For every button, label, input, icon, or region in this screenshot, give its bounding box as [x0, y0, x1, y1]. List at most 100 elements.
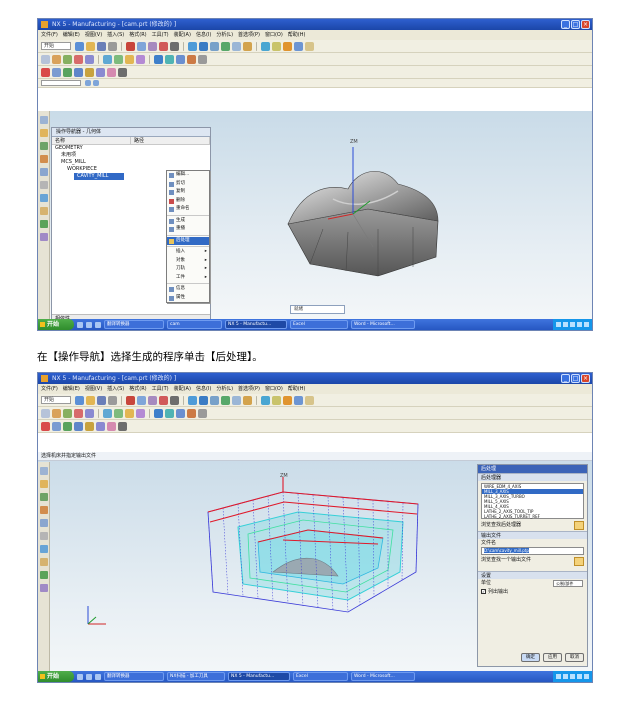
create-geometry-icon[interactable]: [63, 54, 72, 64]
cut-icon[interactable]: [126, 395, 135, 405]
process-studio-icon[interactable]: [40, 233, 48, 241]
postprocessor-option[interactable]: LATHE_2_AXIS_TURRET_REF: [482, 514, 583, 519]
tree-node-geometry[interactable]: GEOMETRY: [52, 145, 210, 152]
taskbar-item[interactable]: 翻译转换器: [104, 320, 164, 329]
tree-node-unused[interactable]: 未用项: [52, 152, 210, 159]
geometry-view-icon[interactable]: [125, 408, 134, 418]
new-icon[interactable]: [75, 395, 84, 405]
tree-node-cavity-mill[interactable]: CAVITY_MILL: [74, 173, 124, 180]
program-order-view-icon[interactable]: [103, 408, 112, 418]
maximize-button[interactable]: □: [571, 374, 580, 383]
save-icon[interactable]: [97, 395, 106, 405]
menu-item-information[interactable]: 信息: [167, 285, 209, 294]
menu-insert[interactable]: 插入(S): [107, 30, 124, 40]
apply-button[interactable]: 应用: [543, 653, 562, 662]
menu-view[interactable]: 视图(V): [85, 384, 102, 394]
menu-help[interactable]: 帮助(H): [288, 30, 306, 40]
palette-icon[interactable]: [40, 545, 48, 553]
taskbar-item-active[interactable]: NX 5 - Manufactu...: [228, 672, 290, 681]
operation-icon[interactable]: [118, 67, 127, 77]
system-scenes-icon[interactable]: [40, 571, 48, 579]
create-tool-icon[interactable]: [52, 408, 61, 418]
quicklaunch-icon[interactable]: [95, 673, 101, 680]
taskbar-item-active[interactable]: NX 5 - Manufactu...: [225, 320, 287, 329]
history-icon[interactable]: [40, 168, 48, 176]
assembly-navigator-icon[interactable]: [40, 116, 48, 124]
menu-item-replay[interactable]: 重播: [167, 225, 209, 234]
filename-field[interactable]: D:\cam\cavity_mill.ptp: [481, 547, 584, 555]
menu-preferences[interactable]: 首选项(P): [238, 30, 260, 40]
tray-icon[interactable]: [584, 322, 589, 327]
system-scenes-icon[interactable]: [40, 220, 48, 228]
operation-icon[interactable]: [41, 421, 50, 431]
part-model[interactable]: ZM: [248, 129, 468, 289]
menu-assembly[interactable]: 装配(A): [174, 30, 191, 40]
menu-item-copy[interactable]: 复制: [167, 188, 209, 197]
select-filter-icon[interactable]: [272, 395, 281, 405]
menu-view[interactable]: 视图(V): [85, 30, 102, 40]
shop-doc-icon[interactable]: [198, 54, 207, 64]
select-filter-icon[interactable]: [272, 41, 281, 51]
tray-icon[interactable]: [563, 674, 568, 679]
verify-toolpath-icon[interactable]: [176, 408, 185, 418]
menu-format[interactable]: 格式(R): [129, 30, 146, 40]
roles-icon[interactable]: [40, 207, 48, 215]
post-process-icon[interactable]: [187, 408, 196, 418]
replay-toolpath-icon[interactable]: [165, 54, 174, 64]
machine-tool-view-icon[interactable]: [114, 408, 123, 418]
operation-icon[interactable]: [96, 67, 105, 77]
menu-item-workpiece[interactable]: 工件: [167, 274, 209, 283]
rotate-icon[interactable]: [221, 41, 230, 51]
create-tool-icon[interactable]: [52, 54, 61, 64]
menu-item-toolpath[interactable]: 刀轨: [167, 265, 209, 274]
measure-icon[interactable]: [294, 41, 303, 51]
shaded-icon[interactable]: [232, 395, 241, 405]
part-navigator-icon[interactable]: [40, 480, 48, 488]
machine-navigator-icon[interactable]: [40, 155, 48, 163]
copy-icon[interactable]: [137, 41, 146, 51]
create-program-icon[interactable]: [41, 54, 50, 64]
zoom-icon[interactable]: [199, 395, 208, 405]
taskbar-item[interactable]: Excel: [290, 320, 348, 329]
start-button[interactable]: 开始: [38, 319, 74, 330]
quicklaunch-icon[interactable]: [95, 321, 101, 328]
generate-toolpath-icon[interactable]: [154, 54, 163, 64]
menu-item-properties[interactable]: 属性: [167, 294, 209, 303]
section-settings[interactable]: 设置: [478, 571, 587, 579]
measure-icon[interactable]: [294, 395, 303, 405]
wireframe-icon[interactable]: [243, 41, 252, 51]
create-operation-icon[interactable]: [85, 408, 94, 418]
start-dropdown[interactable]: 开始: [41, 42, 71, 50]
minimize-button[interactable]: _: [561, 20, 570, 29]
quicklaunch-icon[interactable]: [77, 321, 83, 328]
process-studio-icon[interactable]: [40, 584, 48, 592]
operation-icon[interactable]: [107, 421, 116, 431]
open-icon[interactable]: [86, 395, 95, 405]
program-order-view-icon[interactable]: [103, 54, 112, 64]
browse-folder-icon[interactable]: [574, 521, 584, 530]
operation-navigator-icon[interactable]: [40, 142, 48, 150]
operation-icon[interactable]: [63, 67, 72, 77]
fit-view-icon[interactable]: [188, 395, 197, 405]
quicklaunch-icon[interactable]: [86, 673, 92, 680]
undo-icon[interactable]: [170, 395, 179, 405]
tray-icon[interactable]: [577, 674, 582, 679]
cut-icon[interactable]: [126, 41, 135, 51]
list-output-checkbox[interactable]: ✓: [481, 589, 486, 594]
verify-toolpath-icon[interactable]: [176, 54, 185, 64]
generate-toolpath-icon[interactable]: [154, 408, 163, 418]
graphics-window[interactable]: 操作导航器 - 几何体 名称 路径 GEOMETRY 未用项 MCS_MILL …: [38, 111, 592, 330]
info-icon[interactable]: [305, 395, 314, 405]
fit-view-icon[interactable]: [188, 41, 197, 51]
menu-edit[interactable]: 编辑(E): [63, 384, 80, 394]
method-view-icon[interactable]: [136, 54, 145, 64]
graphics-window[interactable]: 选择机床并指定输出文件 ZM 后处理 后处理器 WIRE_EDM_4_AXIS …: [38, 452, 592, 671]
menu-item-generate[interactable]: 生成: [167, 217, 209, 226]
operation-icon[interactable]: [52, 67, 61, 77]
menu-item-rename[interactable]: 重命名: [167, 205, 209, 214]
taskbar-item[interactable]: Excel: [293, 672, 348, 681]
operation-icon[interactable]: [107, 67, 116, 77]
menu-edit[interactable]: 编辑(E): [63, 30, 80, 40]
menu-item-cut[interactable]: 剪切: [167, 180, 209, 189]
column-path[interactable]: 路径: [131, 137, 210, 144]
